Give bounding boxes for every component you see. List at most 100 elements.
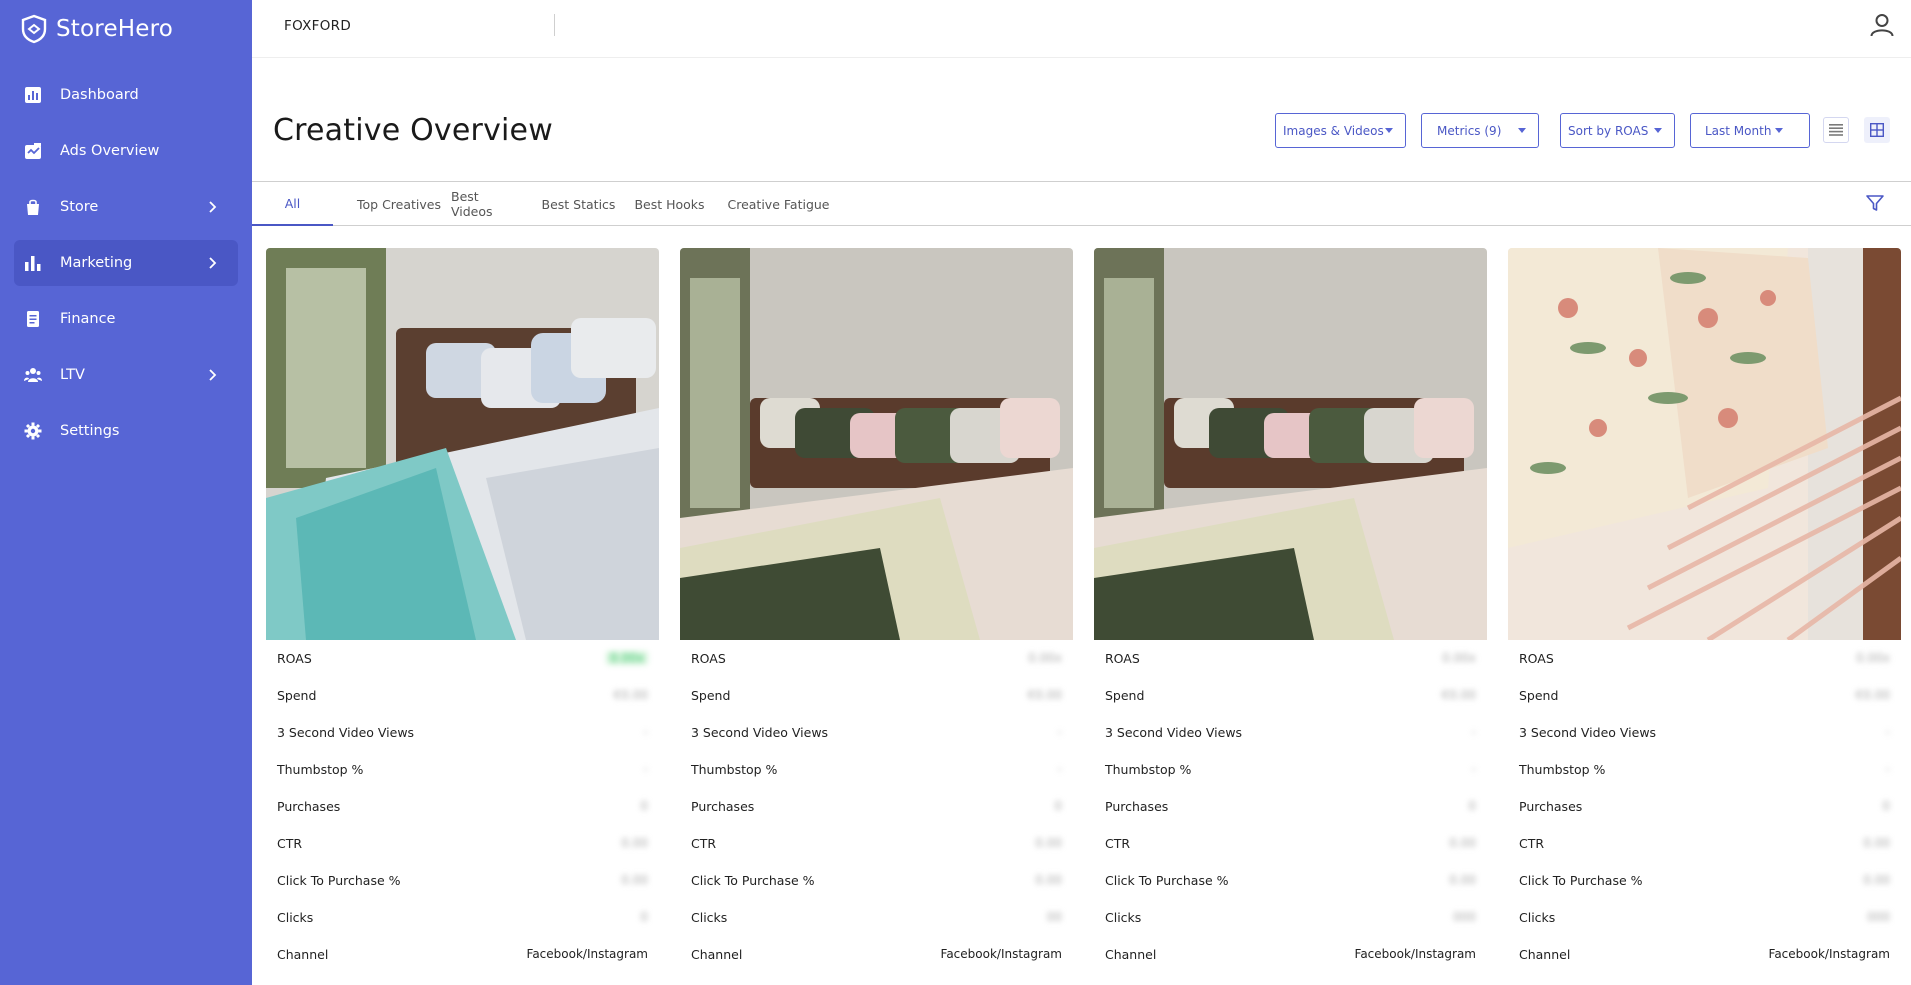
metric-value: 0	[640, 799, 648, 813]
metric-label: 3 Second Video Views	[1105, 725, 1243, 740]
list-view-button[interactable]	[1823, 117, 1849, 143]
topbar-divider	[554, 14, 555, 36]
creative-thumbnail[interactable]	[1508, 248, 1901, 640]
metric-label: Click To Purchase %	[1105, 873, 1229, 888]
sort-dropdown[interactable]: Sort by ROAS	[1560, 113, 1675, 148]
metric-label: Purchases	[691, 799, 755, 814]
metric-row-video-views: 3 Second Video Views -	[1094, 714, 1487, 751]
tab-best-videos[interactable]: Best Videos	[451, 182, 524, 226]
app-name: StoreHero	[56, 16, 174, 42]
metric-label: 3 Second Video Views	[277, 725, 415, 740]
metric-row-video-views: 3 Second Video Views -	[1508, 714, 1901, 751]
metric-row-ctr: CTR 0.00	[680, 825, 1073, 862]
sidebar-item-settings[interactable]: Settings	[14, 408, 238, 454]
creative-card: ROAS 0.00x Spend €0.00 3 Second Video View…	[680, 248, 1073, 985]
metric-label: Spend	[1105, 688, 1145, 703]
list-icon	[1829, 124, 1843, 136]
metric-label: 3 Second Video Views	[1519, 725, 1657, 740]
metric-row-thumbstop: Thumbstop % -	[266, 751, 659, 788]
sidebar-item-marketing[interactable]: Marketing	[14, 240, 238, 286]
creative-card: ROAS 0.00x Spend €0.00 3 Second Video View…	[1508, 248, 1901, 985]
metric-label: 3 Second Video Views	[691, 725, 829, 740]
metric-row-purchases: Purchases 0	[680, 788, 1073, 825]
creative-metrics: ROAS 0.00x Spend €0.00 3 Second Video View…	[1094, 640, 1487, 973]
metric-value: 0	[640, 910, 648, 924]
date-range-dropdown[interactable]: Last Month	[1690, 113, 1810, 148]
metric-value: €0.00	[1855, 688, 1890, 702]
metric-row-purchases: Purchases 0	[1094, 788, 1487, 825]
tab-best-statics[interactable]: Best Statics	[540, 182, 617, 226]
sidebar-item-label: LTV	[60, 367, 85, 383]
metric-value: Facebook/Instagram	[940, 947, 1062, 961]
metric-row-channel: Channel Facebook/Instagram	[266, 936, 659, 973]
metric-row-roas: ROAS 0.00x	[266, 640, 659, 677]
sidebar-item-ltv[interactable]: LTV	[14, 352, 238, 398]
caret-down-icon	[1385, 128, 1393, 133]
metric-row-clicks: Clicks 0	[266, 899, 659, 936]
metric-label: Channel	[1519, 947, 1571, 962]
metrics-dropdown[interactable]: Metrics (9)	[1421, 113, 1539, 148]
topbar: FOXFORD	[252, 0, 1911, 58]
chevron-right-icon	[204, 255, 220, 271]
creative-metrics: ROAS 0.00x Spend €0.00 3 Second Video View…	[1508, 640, 1901, 973]
metric-label: Spend	[691, 688, 731, 703]
metric-value: 00	[1046, 910, 1062, 924]
metric-row-channel: Channel Facebook/Instagram	[1508, 936, 1901, 973]
grid-icon	[1870, 123, 1884, 137]
metric-value: 0.00x	[1028, 651, 1062, 665]
metric-value: 0.00x	[606, 651, 648, 665]
storehero-logo[interactable]: StoreHero	[20, 13, 173, 45]
sort-value: Sort by ROAS	[1568, 123, 1649, 138]
metric-row-ctr: CTR 0.00	[1094, 825, 1487, 862]
metric-label: ROAS	[1519, 651, 1554, 666]
metric-row-roas: ROAS 0.00x	[1094, 640, 1487, 677]
metric-label: Thumbstop %	[1519, 762, 1606, 777]
metric-row-video-views: 3 Second Video Views -	[266, 714, 659, 751]
metric-row-ctr: CTR 0.00	[266, 825, 659, 862]
metric-value: 0.00	[621, 836, 648, 850]
creative-thumbnail[interactable]	[1094, 248, 1487, 640]
bag-icon	[24, 198, 42, 216]
store-selector[interactable]: FOXFORD	[284, 18, 351, 34]
metric-row-thumbstop: Thumbstop % -	[1094, 751, 1487, 788]
sidebar-item-dashboard[interactable]: Dashboard	[14, 72, 238, 118]
metric-value: 000	[1867, 910, 1890, 924]
metric-value: -	[1471, 762, 1476, 776]
metric-label: Thumbstop %	[691, 762, 778, 777]
user-account-icon[interactable]	[1869, 12, 1895, 38]
metric-row-click-to-purchase: Click To Purchase % 0.00	[1094, 862, 1487, 899]
sidebar-nav: Dashboard Ads Overview Store Marketing F…	[14, 72, 238, 464]
sidebar-item-finance[interactable]: Finance	[14, 296, 238, 342]
metric-value: -	[643, 725, 648, 739]
media-type-dropdown[interactable]: Images & Videos	[1275, 113, 1406, 148]
metrics-value: Metrics (9)	[1437, 123, 1502, 138]
sidebar-item-label: Store	[60, 199, 99, 215]
tab-all[interactable]: All	[252, 182, 333, 226]
gear-icon	[24, 422, 42, 440]
creative-tabs: All Top Creatives Best Videos Best Stati…	[252, 181, 1911, 226]
sidebar-item-ads-overview[interactable]: Ads Overview	[14, 128, 238, 174]
metric-label: Clicks	[1105, 910, 1142, 925]
metric-label: ROAS	[691, 651, 726, 666]
page-title: Creative Overview	[273, 113, 553, 148]
creative-thumbnail[interactable]	[266, 248, 659, 640]
tab-creative-fatigue[interactable]: Creative Fatigue	[724, 182, 833, 226]
sidebar-item-store[interactable]: Store	[14, 184, 238, 230]
metric-value: 0.00	[1449, 873, 1476, 887]
chevron-right-icon	[204, 367, 220, 383]
sidebar-item-label: Ads Overview	[60, 143, 160, 159]
metric-row-roas: ROAS 0.00x	[680, 640, 1073, 677]
metric-value: 0.00	[1035, 836, 1062, 850]
tab-top-creatives[interactable]: Top Creatives	[343, 182, 455, 226]
tab-best-hooks[interactable]: Best Hooks	[633, 182, 706, 226]
grid-view-button[interactable]	[1864, 117, 1890, 143]
metric-value: €0.00	[1441, 688, 1476, 702]
creative-thumbnail[interactable]	[680, 248, 1073, 640]
metric-value: Facebook/Instagram	[1354, 947, 1476, 961]
sidebar: StoreHero Dashboard Ads Overview Store M…	[0, 0, 252, 985]
metric-row-channel: Channel Facebook/Instagram	[1094, 936, 1487, 973]
creative-card: ROAS 0.00x Spend €0.00 3 Second Video View…	[266, 248, 659, 985]
metric-row-spend: Spend €0.00	[680, 677, 1073, 714]
filter-icon[interactable]	[1865, 193, 1885, 213]
creative-metrics: ROAS 0.00x Spend €0.00 3 Second Video View…	[680, 640, 1073, 973]
